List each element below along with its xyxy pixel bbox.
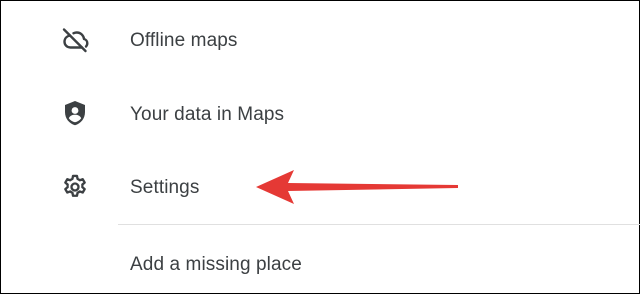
menu-item-add-missing-place[interactable]: Add a missing place bbox=[0, 234, 640, 294]
menu-item-label: Offline maps bbox=[130, 30, 238, 51]
shield-person-icon bbox=[61, 99, 89, 127]
menu-item-offline-maps[interactable]: Offline maps bbox=[0, 10, 640, 70]
menu-item-label: Settings bbox=[130, 177, 200, 198]
cloud-off-icon bbox=[61, 26, 89, 54]
menu-divider bbox=[118, 224, 640, 225]
menu-item-your-data[interactable]: Your data in Maps bbox=[0, 84, 640, 144]
menu-item-label: Your data in Maps bbox=[130, 104, 285, 125]
menu-item-label: Add a missing place bbox=[130, 254, 302, 275]
gear-icon bbox=[61, 173, 89, 201]
red-arrow-annotation bbox=[256, 170, 458, 204]
